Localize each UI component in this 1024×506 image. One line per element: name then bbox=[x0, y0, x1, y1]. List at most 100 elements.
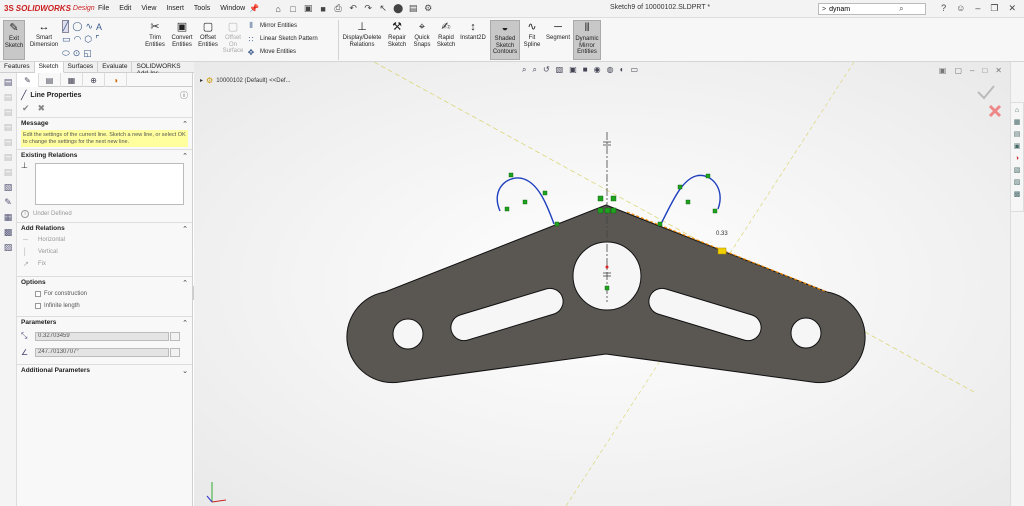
chevron-up-icon[interactable]: ⌃ bbox=[182, 152, 188, 160]
relation-marker[interactable] bbox=[522, 199, 528, 205]
search-input[interactable] bbox=[829, 5, 900, 13]
chevron-up-icon[interactable]: ⌃ bbox=[182, 319, 188, 327]
relation-marker[interactable] bbox=[685, 199, 691, 205]
length-field[interactable] bbox=[35, 331, 169, 341]
solidworks-resources-icon[interactable]: ⌂ bbox=[1012, 105, 1022, 115]
offset-on-surface-button[interactable]: ▢ Offset On Surface bbox=[221, 20, 245, 55]
relation-marker[interactable] bbox=[508, 172, 514, 178]
infinite-length-option[interactable]: Infinite length bbox=[17, 300, 192, 312]
for-construction-checkbox[interactable] bbox=[35, 291, 41, 297]
ok-check-icon[interactable]: ✔ bbox=[22, 103, 30, 115]
feature-tree-tab-icon[interactable]: ▤ bbox=[39, 73, 61, 87]
menu-window[interactable]: Window bbox=[220, 5, 245, 12]
select-icon[interactable]: ↖ bbox=[378, 3, 388, 14]
strip-tool-7-icon[interactable]: ▤ bbox=[2, 166, 14, 178]
rectangle-tool-icon[interactable]: ▭ bbox=[62, 34, 71, 45]
dynamic-mirror-button[interactable]: ⫴ Dynamic Mirror Entities bbox=[573, 20, 601, 60]
strip-tool-11-icon[interactable]: ▩ bbox=[2, 226, 14, 238]
pin-icon[interactable]: 📌 bbox=[249, 4, 259, 13]
instant2d-button[interactable]: ↕ Instant2D bbox=[459, 20, 487, 42]
plane-tool-icon[interactable]: ◱ bbox=[83, 48, 92, 59]
segment-button[interactable]: ─ Segment bbox=[544, 20, 572, 42]
user-icon[interactable]: ☺ bbox=[956, 3, 965, 14]
mirror-entities-button[interactable]: ⫴ Mirror Entities bbox=[246, 21, 318, 31]
new-document-icon[interactable]: □ bbox=[288, 4, 298, 14]
dimxpert-tab-icon[interactable]: ⊕ bbox=[83, 73, 105, 87]
relation-marker[interactable] bbox=[712, 208, 718, 214]
relation-marker[interactable] bbox=[597, 195, 604, 202]
additional-parameters-header[interactable]: Additional Parameters ⌄ bbox=[17, 364, 192, 376]
menu-insert[interactable]: Insert bbox=[166, 5, 184, 12]
quick-snaps-button[interactable]: ⌖ Quick Snaps bbox=[411, 20, 433, 48]
strip-tool-10-icon[interactable]: ▦ bbox=[2, 211, 14, 223]
spline-tool-icon[interactable]: ∿ bbox=[86, 21, 94, 32]
tab-evaluate[interactable]: Evaluate bbox=[98, 62, 133, 73]
line-tool-icon[interactable]: ╱ bbox=[62, 20, 70, 33]
search-commands-box[interactable]: > ⌕ bbox=[818, 3, 926, 15]
custom-properties-icon[interactable]: ▧ bbox=[1012, 165, 1022, 175]
polygon-tool-icon[interactable]: ⬡ bbox=[84, 34, 92, 45]
tab-features[interactable]: Features bbox=[0, 62, 35, 73]
confirm-check-icon[interactable] bbox=[977, 85, 995, 100]
strip-tool-3-icon[interactable]: ▤ bbox=[2, 106, 14, 118]
message-group-header[interactable]: Message ⌃ bbox=[17, 117, 192, 129]
point-tool-icon[interactable]: ⊙ bbox=[73, 48, 81, 59]
relation-marker[interactable] bbox=[597, 207, 604, 214]
close-icon[interactable]: ✕ bbox=[1008, 3, 1016, 14]
fit-spline-button[interactable]: ∿ Fit Spline bbox=[522, 20, 542, 48]
dimension-marker[interactable] bbox=[717, 247, 727, 255]
strip-tool-9-icon[interactable]: ✎ bbox=[2, 196, 14, 208]
shaded-sketch-contours-button[interactable]: ◒ Shaded Sketch Contours bbox=[490, 20, 520, 60]
confirm-cancel-icon[interactable] bbox=[988, 104, 1002, 118]
exit-sketch-button[interactable]: ✎ Exit Sketch bbox=[3, 20, 25, 60]
display-delete-relations-button[interactable]: ⊥ Display/Delete Relations bbox=[341, 20, 383, 48]
arc-tool-icon[interactable]: ◠ bbox=[74, 34, 82, 45]
menu-tools[interactable]: Tools bbox=[194, 5, 210, 12]
chevron-down-icon[interactable]: ⌄ bbox=[182, 367, 188, 375]
rebuild-icon[interactable]: ⬤ bbox=[393, 3, 403, 14]
open-folder-icon[interactable]: ▣ bbox=[303, 3, 313, 14]
relation-marker[interactable] bbox=[610, 207, 617, 214]
strip-tool-8-icon[interactable]: ▧ bbox=[2, 181, 14, 193]
tab-addins[interactable]: SOLIDWORKS Add-Ins bbox=[132, 62, 195, 77]
menu-view[interactable]: View bbox=[141, 5, 156, 12]
file-explorer-icon[interactable]: ▤ bbox=[1012, 129, 1022, 139]
strip-tool-5-icon[interactable]: ▤ bbox=[2, 136, 14, 148]
relation-horizontal[interactable]: ─ Horizontal bbox=[17, 234, 192, 246]
graphics-area[interactable]: ▸ ⚙ 10000102 (Default) <<Def... ⌕ ⌕ ↺ ▧ … bbox=[194, 62, 1010, 506]
slot-tool-icon[interactable]: ⬭ bbox=[62, 48, 70, 59]
chevron-up-icon[interactable]: ⌃ bbox=[182, 120, 188, 128]
search-icon[interactable]: ⌕ bbox=[899, 4, 903, 14]
circle-tool-icon[interactable]: ◯ bbox=[72, 21, 82, 32]
relation-marker[interactable] bbox=[677, 184, 683, 190]
relation-fix[interactable]: ↗ Fix bbox=[17, 258, 192, 270]
property-manager-tab-icon[interactable]: ✎ bbox=[17, 73, 39, 87]
undo-icon[interactable]: ↶ bbox=[348, 3, 358, 14]
strip-tool-1-icon[interactable]: ▤ bbox=[2, 76, 14, 88]
options-header[interactable]: Options ⌃ bbox=[17, 276, 192, 288]
display-manager-tab-icon[interactable]: ◑ bbox=[105, 73, 127, 87]
design-library-icon[interactable]: ▦ bbox=[1012, 117, 1022, 127]
infinite-length-checkbox[interactable] bbox=[35, 303, 41, 309]
relation-vertical[interactable]: │ Vertical bbox=[17, 246, 192, 258]
options-gear-icon[interactable]: ⚙ bbox=[423, 3, 433, 14]
add-relations-header[interactable]: Add Relations ⌃ bbox=[17, 222, 192, 234]
offset-entities-button[interactable]: ▢ Offset Entities bbox=[196, 20, 220, 48]
text-tool-icon[interactable]: A bbox=[96, 22, 102, 32]
redo-icon[interactable]: ↷ bbox=[363, 3, 373, 14]
configuration-tab-icon[interactable]: ▦ bbox=[61, 73, 83, 87]
relation-marker[interactable] bbox=[604, 207, 611, 214]
tab-surfaces[interactable]: Surfaces bbox=[64, 62, 99, 73]
cancel-x-icon[interactable]: ✖ bbox=[38, 103, 46, 115]
move-entities-button[interactable]: ✥ Move Entities bbox=[246, 47, 318, 57]
print-icon[interactable]: ⎙ bbox=[333, 3, 343, 14]
fillet-tool-icon[interactable]: ⌜ bbox=[95, 34, 99, 45]
angle-field[interactable] bbox=[35, 347, 169, 357]
forum-icon[interactable]: ▨ bbox=[1012, 177, 1022, 187]
angle-spinner[interactable] bbox=[170, 347, 180, 357]
help-icon[interactable]: ⓘ bbox=[180, 90, 188, 101]
appearances-icon[interactable]: ◑ bbox=[1012, 153, 1022, 163]
for-construction-option[interactable]: For construction bbox=[17, 288, 192, 300]
existing-relations-header[interactable]: Existing Relations ⌃ bbox=[17, 149, 192, 161]
menu-file[interactable]: File bbox=[98, 5, 109, 12]
